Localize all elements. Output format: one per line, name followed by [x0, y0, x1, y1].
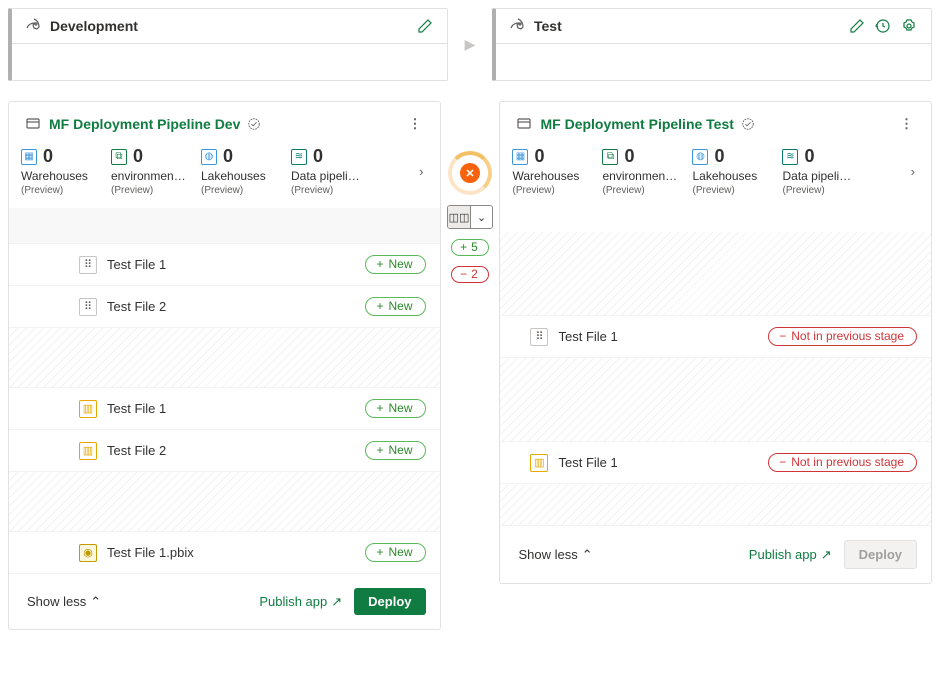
metric-lakehouses[interactable]: ◍0 Lakehouses (Preview) — [692, 146, 782, 196]
deploy-button: Deploy — [844, 540, 917, 569]
plus-icon: + — [460, 240, 467, 254]
metric-lakehouses[interactable]: ◍0 Lakehouses (Preview) — [201, 146, 291, 196]
not-in-previous-badge[interactable]: −Not in previous stage — [768, 453, 917, 472]
metric-pipelines[interactable]: ≋0 Data pipeli… (Preview) — [782, 146, 872, 196]
not-in-previous-badge[interactable]: −Not in previous stage — [768, 327, 917, 346]
settings-gear-icon[interactable] — [899, 16, 919, 36]
report-icon: ▥ — [530, 454, 548, 472]
plus-icon: + — [376, 299, 383, 313]
semantic-model-icon: ◉ — [79, 544, 97, 562]
metric-warehouses[interactable]: ▦0 Warehouses (Preview) — [21, 146, 111, 196]
minus-icon: − — [779, 329, 786, 343]
item-row[interactable]: ◉ Test File 1.pbix +New — [9, 532, 440, 574]
item-row[interactable]: ▥ Test File 1 +New — [9, 388, 440, 430]
metrics-row: ▦0 Warehouses (Preview) ⧉0 environmen… (… — [9, 140, 440, 208]
empty-slot-hatched — [9, 472, 440, 532]
scroll-right-icon[interactable]: › — [907, 160, 919, 183]
scroll-right-icon[interactable]: › — [415, 160, 427, 183]
new-badge[interactable]: +New — [365, 441, 425, 460]
app-icon: ⠿ — [530, 328, 548, 346]
warehouse-icon: ▦ — [21, 149, 37, 165]
lakehouse-icon: ◍ — [201, 149, 217, 165]
pipeline-icon: ≋ — [291, 149, 307, 165]
stage-title-development: Development — [50, 18, 138, 34]
new-badge[interactable]: +New — [365, 399, 425, 418]
new-badge[interactable]: +New — [365, 297, 425, 316]
report-icon: ▥ — [79, 400, 97, 418]
empty-slot-hatched — [9, 328, 440, 388]
external-link-icon: ↗ — [331, 594, 342, 610]
warehouse-icon: ▦ — [512, 149, 528, 165]
environment-icon: ⧉ — [602, 149, 618, 165]
metric-environments[interactable]: ⧉0 environmen… (Preview) — [602, 146, 692, 196]
premium-icon — [244, 114, 264, 134]
environment-icon: ⧉ — [111, 149, 127, 165]
removed-count-pill[interactable]: −2 — [451, 266, 489, 283]
stage-header-development: Development — [8, 8, 448, 81]
stage-header-test: Test — [492, 8, 932, 81]
stage-header-row: Development ▶ Test — [8, 8, 932, 81]
workspace-icon — [514, 114, 534, 134]
item-row[interactable]: ▥ Test File 1 −Not in previous stage — [500, 442, 931, 484]
empty-slot-hatched — [500, 358, 931, 442]
pipeline-icon: ≋ — [782, 149, 798, 165]
compare-view-toggle[interactable]: ◫◫ ⌄ — [447, 205, 493, 229]
workspace-title: MF Deployment Pipeline Test — [540, 116, 733, 132]
stage-arrow-icon: ▶ — [460, 36, 480, 53]
rocket-icon — [24, 16, 44, 36]
new-badge[interactable]: +New — [365, 543, 425, 562]
show-less-toggle[interactable]: Show less⌃ — [518, 547, 592, 563]
new-badge[interactable]: +New — [365, 255, 425, 274]
report-icon: ▥ — [79, 442, 97, 460]
more-options-icon[interactable]: ⋮ — [405, 116, 426, 132]
workspace-panel-test: MF Deployment Pipeline Test ⋮ ▦0 Warehou… — [499, 101, 932, 584]
sync-status-icon[interactable]: ✕ — [448, 151, 492, 195]
metrics-row: ▦0 Warehouses (Preview) ⧉0 environmen… (… — [500, 140, 931, 208]
chevron-up-icon: ⌃ — [90, 594, 101, 610]
plus-icon: + — [376, 545, 383, 559]
chevron-up-icon: ⌃ — [582, 547, 593, 563]
item-row[interactable]: ⠿ Test File 2 +New — [9, 286, 440, 328]
item-row[interactable]: ▥ Test File 2 +New — [9, 430, 440, 472]
compare-side-by-side-icon[interactable]: ◫◫ — [448, 206, 470, 228]
rocket-icon — [508, 16, 528, 36]
stage-title-test: Test — [534, 18, 562, 34]
empty-slot-hatched — [500, 232, 931, 316]
added-count-pill[interactable]: +5 — [451, 239, 489, 256]
edit-icon[interactable] — [415, 16, 435, 36]
plus-icon: + — [376, 257, 383, 271]
publish-app-link[interactable]: Publish app↗ — [749, 547, 832, 563]
chevron-down-icon[interactable]: ⌄ — [470, 206, 492, 228]
metric-environments[interactable]: ⧉0 environmen… (Preview) — [111, 146, 201, 196]
spacer — [9, 208, 440, 244]
empty-slot-hatched — [500, 484, 931, 526]
item-row[interactable]: ⠿ Test File 1 −Not in previous stage — [500, 316, 931, 358]
publish-app-link[interactable]: Publish app↗ — [259, 594, 342, 610]
minus-icon: − — [460, 267, 467, 281]
deploy-button[interactable]: Deploy — [354, 588, 425, 615]
history-icon[interactable] — [873, 16, 893, 36]
compare-column: ✕ ◫◫ ⌄ +5 −2 — [441, 101, 500, 283]
workspace-row: MF Deployment Pipeline Dev ⋮ ▦0 Warehous… — [8, 101, 932, 630]
item-row[interactable]: ⠿ Test File 1 +New — [9, 244, 440, 286]
metric-warehouses[interactable]: ▦0 Warehouses (Preview) — [512, 146, 602, 196]
lakehouse-icon: ◍ — [692, 149, 708, 165]
app-icon: ⠿ — [79, 298, 97, 316]
plus-icon: + — [376, 401, 383, 415]
show-less-toggle[interactable]: Show less⌃ — [27, 594, 101, 610]
external-link-icon: ↗ — [821, 547, 832, 563]
metric-pipelines[interactable]: ≋0 Data pipeli… (Preview) — [291, 146, 381, 196]
workspace-title: MF Deployment Pipeline Dev — [49, 116, 240, 132]
workspace-panel-dev: MF Deployment Pipeline Dev ⋮ ▦0 Warehous… — [8, 101, 441, 630]
workspace-icon — [23, 114, 43, 134]
app-icon: ⠿ — [79, 256, 97, 274]
plus-icon: + — [376, 443, 383, 457]
edit-icon[interactable] — [847, 16, 867, 36]
premium-icon — [738, 114, 758, 134]
more-options-icon[interactable]: ⋮ — [896, 116, 917, 132]
minus-icon: − — [779, 455, 786, 469]
